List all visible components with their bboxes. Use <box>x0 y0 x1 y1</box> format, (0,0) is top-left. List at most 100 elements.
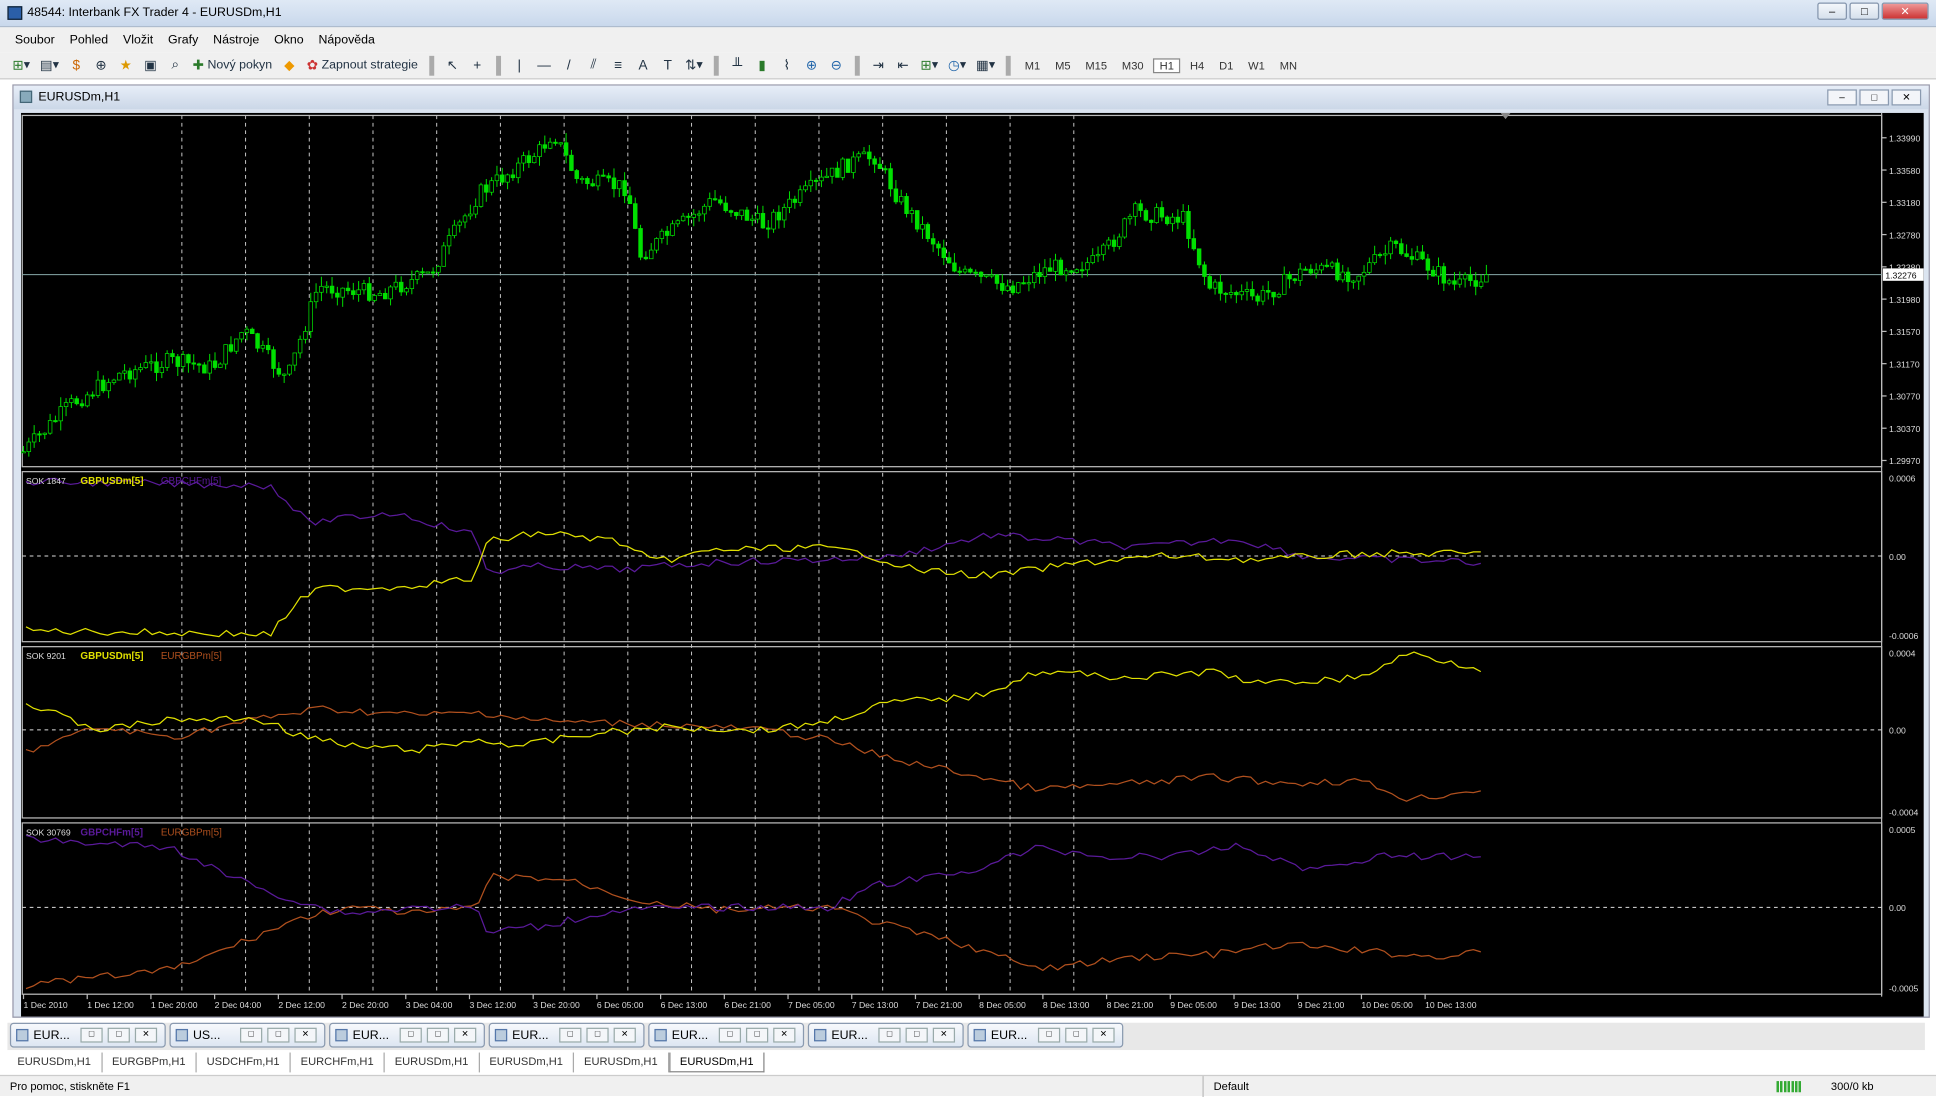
trendline-icon[interactable]: / <box>559 55 579 75</box>
label-icon[interactable]: T <box>658 55 678 75</box>
window-tab[interactable]: EUR... □ □ ✕ <box>648 1022 805 1048</box>
window-tab-maximize-button[interactable]: □ <box>905 1027 928 1043</box>
text-icon[interactable]: A <box>633 55 653 75</box>
window-tab-maximize-button[interactable]: □ <box>267 1027 290 1043</box>
chart-close-button[interactable]: ✕ <box>1891 89 1922 106</box>
horizontal-line-icon[interactable]: — <box>534 55 554 75</box>
strategies-button[interactable]: ✿ Zapnout strategie <box>304 55 420 75</box>
indicators-icon[interactable]: ⊞ ▾ <box>918 55 941 75</box>
window-tab[interactable]: EUR... □ □ ✕ <box>329 1022 485 1048</box>
window-tab-maximize-button[interactable]: □ <box>586 1027 609 1043</box>
window-tab-restore-button[interactable]: □ <box>80 1027 103 1043</box>
maximize-button[interactable]: □ <box>1849 2 1880 20</box>
zoom-out-icon[interactable]: ⊖ <box>826 55 846 75</box>
window-tab-close-button[interactable]: ✕ <box>773 1027 796 1043</box>
chart-minimize-button[interactable]: – <box>1827 89 1857 106</box>
window-tab-close-button[interactable]: ✕ <box>932 1027 956 1043</box>
metaeditor-icon[interactable]: ◆ <box>280 55 300 75</box>
candle-body <box>196 363 202 366</box>
window-tab-restore-button[interactable]: □ <box>878 1027 901 1043</box>
candle-body <box>69 398 74 403</box>
chart-tab[interactable]: EURUSDm,H1 <box>7 1052 103 1073</box>
window-tab-maximize-button[interactable]: □ <box>107 1027 130 1043</box>
window-tab-restore-button[interactable]: □ <box>559 1027 582 1043</box>
window-tab-close-button[interactable]: ✕ <box>613 1027 636 1043</box>
templates-icon[interactable]: ▦ ▾ <box>973 55 997 75</box>
minimize-button[interactable]: – <box>1817 2 1847 20</box>
profiles-icon[interactable]: ▤ ▾ <box>37 55 61 75</box>
menu-vlozit[interactable]: Vložit <box>116 33 161 47</box>
tf-m30[interactable]: M30 <box>1117 59 1149 71</box>
chart-restore-button[interactable]: □ <box>1859 89 1890 106</box>
navigator-icon[interactable]: ★ <box>116 55 136 75</box>
tester-icon[interactable]: ⌕ <box>165 55 185 75</box>
chart-tab[interactable]: EURUSDm,H1 <box>479 1052 575 1073</box>
tf-mn[interactable]: MN <box>1275 59 1302 71</box>
menu-soubor[interactable]: Soubor <box>7 33 62 47</box>
window-tab-close-button[interactable]: ✕ <box>454 1027 477 1043</box>
window-tab[interactable]: EUR... □ □ ✕ <box>807 1022 964 1048</box>
window-tab[interactable]: US... □ □ ✕ <box>169 1022 326 1048</box>
candles-icon[interactable]: ▮ <box>752 55 772 75</box>
terminal-icon[interactable]: ▣ <box>141 55 161 75</box>
bar-chart-icon[interactable]: ╨ <box>727 55 747 75</box>
cursor-icon[interactable]: ↖ <box>443 55 463 75</box>
window-tab-maximize-button[interactable]: □ <box>1065 1027 1088 1043</box>
chart-tab[interactable]: EURUSDm,H1 <box>385 1052 480 1073</box>
candle-body <box>191 362 196 365</box>
tf-m1[interactable]: M1 <box>1020 59 1045 71</box>
fibonacci-icon[interactable]: ≡ <box>608 55 628 75</box>
window-tab[interactable]: EUR... □ □ ✕ <box>9 1022 166 1048</box>
menu-napoveda[interactable]: Nápověda <box>311 33 382 47</box>
menu-nastroje[interactable]: Nástroje <box>206 33 267 47</box>
zoom-in-icon[interactable]: ⊕ <box>802 55 822 75</box>
chart-tab[interactable]: EURCHFm,H1 <box>291 1052 385 1073</box>
window-tab-close-button[interactable]: ✕ <box>294 1027 317 1043</box>
data-window-icon[interactable]: ⊕ <box>91 55 111 75</box>
chart-canvas[interactable]: 1.33990 1.33580 1.33180 1.32780 1.32380 1.319… <box>21 112 1924 1017</box>
tf-h1[interactable]: H1 <box>1153 57 1181 73</box>
new-order-button[interactable]: ✚ Nový pokyn <box>190 55 274 75</box>
menu-okno[interactable]: Okno <box>267 33 311 47</box>
chart-tab[interactable]: USDCHFm,H1 <box>197 1052 291 1073</box>
chart-svg[interactable]: 1.339901.335801.331801.327801.323801.319… <box>21 112 1924 1017</box>
market-watch-icon[interactable]: $ <box>66 55 86 75</box>
chart-shift-icon[interactable]: ⇤ <box>893 55 913 75</box>
tf-d1[interactable]: D1 <box>1214 59 1238 71</box>
tf-m5[interactable]: M5 <box>1050 59 1075 71</box>
vertical-line-icon[interactable]: | <box>509 55 529 75</box>
window-tab-close-button[interactable]: ✕ <box>1092 1027 1115 1043</box>
candle-body <box>851 156 856 173</box>
tf-m15[interactable]: M15 <box>1080 59 1112 71</box>
tf-w1[interactable]: W1 <box>1243 59 1270 71</box>
window-tab[interactable]: EUR... □ □ ✕ <box>488 1022 645 1048</box>
chart-tab[interactable]: EURGBPm,H1 <box>102 1052 197 1073</box>
candle-body <box>781 207 787 221</box>
window-tab-restore-button[interactable]: □ <box>399 1027 422 1043</box>
crosshair-icon[interactable]: + <box>467 55 487 75</box>
window-tab-restore-button[interactable]: □ <box>1037 1027 1061 1043</box>
periods-icon[interactable]: ◷ ▾ <box>945 55 968 75</box>
new-chart-icon[interactable]: ⊞ ▾ <box>10 55 33 75</box>
panel-series-1-label: GBPUSDm[5] <box>80 651 143 662</box>
chart-tab[interactable]: EURUSDm,H1 <box>574 1052 669 1073</box>
line-chart-icon[interactable]: ⌇ <box>777 55 797 75</box>
chart-tab[interactable]: EURUSDm,H1 <box>668 1052 765 1073</box>
window-tab-close-button[interactable]: ✕ <box>134 1027 158 1043</box>
window-tab-restore-button[interactable]: □ <box>718 1027 742 1043</box>
window-tab-restore-button[interactable]: □ <box>239 1027 263 1043</box>
window-tab[interactable]: EUR... □ □ ✕ <box>967 1022 1124 1048</box>
candle-body <box>1244 288 1250 292</box>
channel-icon[interactable]: ⫽ <box>584 55 604 75</box>
tf-h4[interactable]: H4 <box>1185 59 1209 71</box>
window-tab-maximize-button[interactable]: □ <box>745 1027 769 1043</box>
candle-body <box>797 189 803 203</box>
menu-pohled[interactable]: Pohled <box>62 33 115 47</box>
candle-body <box>159 367 165 373</box>
autoscroll-icon[interactable]: ⇥ <box>868 55 888 75</box>
window-tab-maximize-button[interactable]: □ <box>426 1027 450 1043</box>
menu-grafy[interactable]: Grafy <box>161 33 206 47</box>
arrows-icon[interactable]: ⇅ ▾ <box>683 55 706 75</box>
close-button[interactable]: ✕ <box>1881 2 1929 20</box>
candle-body <box>1228 292 1234 295</box>
